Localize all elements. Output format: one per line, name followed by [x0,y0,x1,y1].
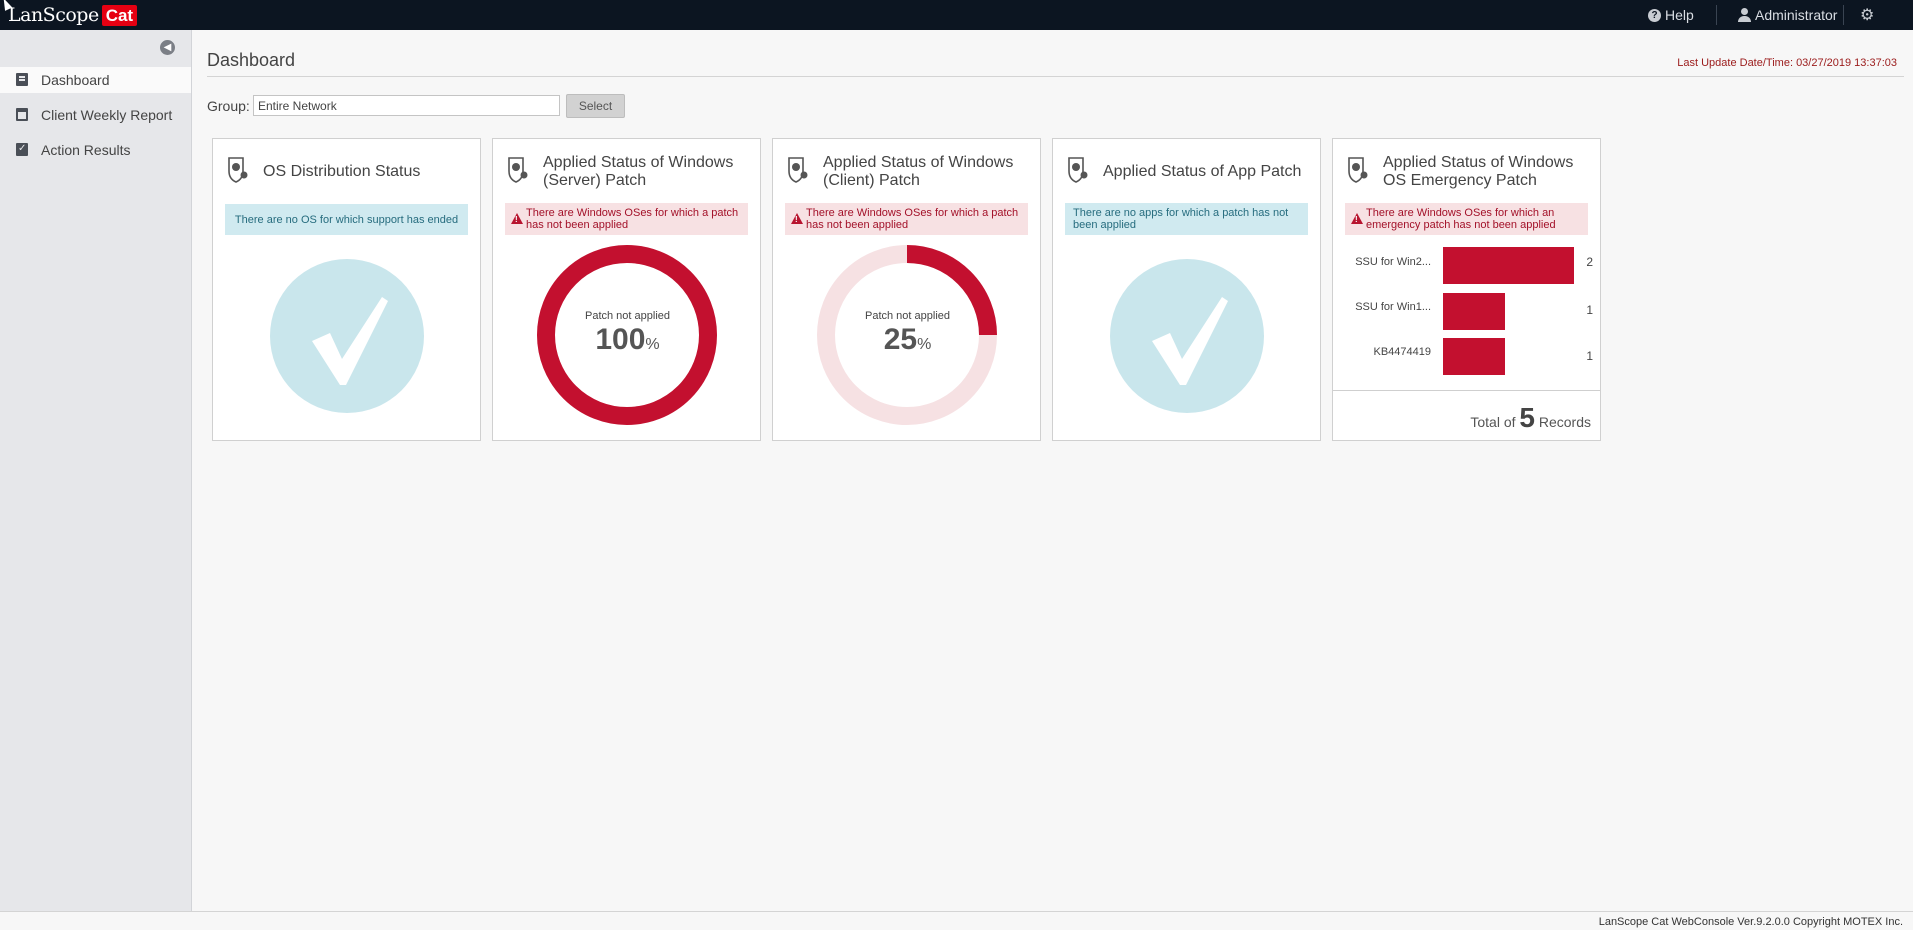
group-field[interactable] [253,95,560,116]
check-circle-icon [1110,259,1264,413]
page-title: Dashboard [207,50,296,70]
clipboard-check-icon [16,143,28,156]
donut-value: 25% [773,323,1042,357]
sidebar-item-client-weekly-report[interactable]: Client Weekly Report [0,102,191,128]
bar-count: 1 [1586,349,1593,363]
topbar-divider [1843,5,1844,25]
sidebar-item-label: Client Weekly Report [41,107,173,123]
total-prefix: Total of [1470,414,1516,430]
warning-icon [1351,213,1363,226]
bar-label: SSU for Win2... [1355,256,1431,268]
donut-unit: % [645,336,660,353]
dashboard-icon [16,73,28,86]
logo-text: LanScope [8,4,99,26]
bar[interactable] [1443,293,1505,330]
topbar-divider [1716,5,1717,25]
settings-button[interactable]: ⚙ [1860,0,1874,30]
bar-label: SSU for Win1... [1355,301,1431,313]
emergency-patch-card[interactable]: Applied Status of Windows OS Emergency P… [1332,138,1601,441]
windows-client-patch-card[interactable]: Applied Status of Windows (Client) Patch… [772,138,1041,441]
sidebar-item-action-results[interactable]: Action Results [0,137,191,163]
donut-label: Patch not applied [864,310,950,322]
card-title: OS Distribution Status [263,163,421,180]
warning-icon [791,213,803,226]
shield-gear-icon [1068,157,1088,183]
help-button[interactable]: ? Help [1648,0,1694,30]
donut-percent: 100 [595,323,646,356]
windows-server-patch-card[interactable]: Applied Status of Windows (Server) Patch… [492,138,761,441]
os-distribution-card[interactable]: OS Distribution Status There are no OS f… [212,138,481,441]
sidebar-item-label: Action Results [41,142,131,158]
user-label: Administrator [1755,7,1838,23]
user-menu-button[interactable]: Administrator [1738,0,1837,30]
app-logo[interactable]: LanScope Cat [8,3,138,27]
bar-count: 1 [1586,303,1593,317]
top-bar: LanScope Cat ? Help Administrator ⚙ [0,0,1913,30]
footer: LanScope Cat WebConsole Ver.9.2.0.0 Copy… [0,911,1913,930]
select-group-button[interactable]: Select [566,94,625,118]
copyright-text: LanScope Cat WebConsole Ver.9.2.0.0 Copy… [1598,916,1903,928]
card-divider [1333,390,1600,391]
collapse-sidebar-icon[interactable]: ◀ [160,40,175,55]
app-patch-card[interactable]: Applied Status of App Patch There are no… [1052,138,1321,441]
settings-icon: ⚙ [1860,7,1875,24]
info-alert: There are no OS for which support has en… [225,204,468,235]
shield-gear-icon [788,157,808,183]
logo-badge: Cat [101,4,138,26]
group-label: Group: [207,98,250,114]
donut-percent: 25 [883,323,918,356]
warning-icon [511,213,523,226]
bar[interactable] [1443,338,1505,375]
warning-alert: There are Windows OSes for which a patch… [785,203,1028,235]
bar[interactable] [1443,247,1574,284]
last-update-timestamp: Last Update Date/Time: 03/27/2019 13:37:… [1677,57,1897,69]
calendar-icon [16,108,28,121]
shield-gear-icon [1348,157,1368,183]
card-title: Applied Status of App Patch [1103,163,1302,180]
card-title: Applied Status of Windows (Client) Patch [823,154,1014,189]
sidebar-item-dashboard[interactable]: Dashboard [0,67,191,93]
help-icon: ? [1648,8,1661,22]
user-icon [1738,8,1751,22]
total-value: 5 [1519,402,1535,433]
bar-count: 2 [1586,255,1593,269]
sidebar: ◀ Dashboard Client Weekly Report Action … [0,30,192,911]
shield-gear-icon [508,157,528,183]
warning-alert: There are Windows OSes for which a patch… [505,203,748,235]
title-divider [207,76,1904,77]
shield-gear-icon [228,157,248,183]
info-alert: There are no apps for which a patch has … [1065,203,1308,235]
card-title: Applied Status of Windows OS Emergency P… [1383,154,1574,189]
total-suffix: Records [1538,414,1591,430]
alert-text: There are Windows OSes for which an emer… [1366,207,1556,231]
donut-label: Patch not applied [584,310,670,322]
help-label: Help [1665,7,1694,23]
warning-alert: There are Windows OSes for which an emer… [1345,203,1588,235]
donut-value: 100% [493,323,762,357]
alert-text: There are Windows OSes for which a patch… [526,207,739,231]
total-records: Total of 5 Records [1470,402,1591,434]
card-title: Applied Status of Windows (Server) Patch [543,154,734,189]
check-circle-icon [270,259,424,413]
donut-unit: % [917,336,932,353]
sidebar-item-label: Dashboard [41,72,110,88]
bar-label: KB4474419 [1373,346,1432,358]
alert-text: There are Windows OSes for which a patch… [806,207,1019,231]
